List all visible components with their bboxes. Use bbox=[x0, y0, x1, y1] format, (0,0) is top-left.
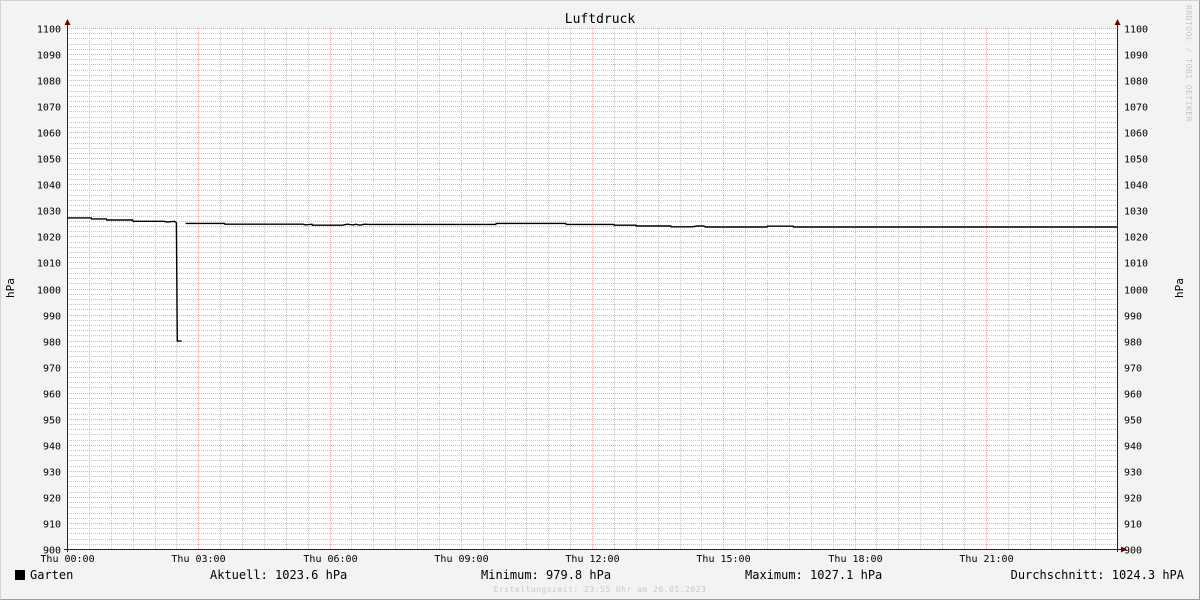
y-tick-label-right: 920 bbox=[1124, 494, 1142, 505]
y-tick-label-right: 1010 bbox=[1124, 259, 1148, 270]
y-tick-label-right: 1000 bbox=[1124, 286, 1148, 297]
y-tick-label-right: 910 bbox=[1124, 520, 1142, 531]
y-tick-label-right: 980 bbox=[1124, 338, 1142, 349]
y-tick-label-right: 1070 bbox=[1124, 103, 1148, 114]
y-tick-label-left: 920 bbox=[43, 494, 61, 505]
y-tick-label-left: 930 bbox=[43, 468, 61, 479]
x-tick-label: Thu 21:00 bbox=[959, 554, 1013, 565]
y-tick-label-left: 940 bbox=[43, 442, 61, 453]
y-tick-label-left: 1050 bbox=[37, 155, 61, 166]
y-tick-label-left: 1000 bbox=[37, 286, 61, 297]
y-tick-label-right: 1090 bbox=[1124, 51, 1148, 62]
creation-time: Erstellungszeit: 23:55 Uhr am 26.01.2023 bbox=[494, 585, 707, 594]
x-tick-label: Thu 09:00 bbox=[434, 554, 488, 565]
y-tick-label-left: 1080 bbox=[37, 77, 61, 88]
y-tick-labels-left: 9009109209309409509609709809901000101010… bbox=[37, 25, 61, 557]
x-tick-label: Thu 15:00 bbox=[696, 554, 750, 565]
y-tick-label-right: 1060 bbox=[1124, 129, 1148, 140]
y-tick-label-right: 960 bbox=[1124, 390, 1142, 401]
y-tick-label-left: 1090 bbox=[37, 51, 61, 62]
y-tick-label-right: 1040 bbox=[1124, 181, 1148, 192]
y-tick-label-left: 1030 bbox=[37, 207, 61, 218]
y-axis-label-left: hPa bbox=[4, 278, 17, 298]
watermark: RRDTOOL / TOBI OETIKER bbox=[1184, 5, 1193, 122]
x-tick-labels: Thu 00:00 Thu 03:00 Thu 06:00 Thu 09:00 Thu … bbox=[40, 554, 1013, 565]
y-tick-label-left: 1060 bbox=[37, 129, 61, 140]
y-tick-label-left: 1010 bbox=[37, 259, 61, 270]
y-tick-label-left: 950 bbox=[43, 416, 61, 427]
y-axis-left-arrow bbox=[64, 19, 71, 25]
y-tick-label-right: 900 bbox=[1124, 546, 1142, 557]
y-tick-label-right: 940 bbox=[1124, 442, 1142, 453]
legend-current: Aktuell: 1023.6 hPa bbox=[210, 568, 348, 582]
x-tick-label: Thu 03:00 bbox=[171, 554, 225, 565]
y-axis-right-arrow bbox=[1114, 19, 1121, 25]
y-tick-label-right: 1020 bbox=[1124, 233, 1148, 244]
x-tick-label: Thu 18:00 bbox=[828, 554, 882, 565]
chart-title: Luftdruck bbox=[565, 12, 636, 27]
line-chart: 900 910 920 930 940 950 960 970 980 990 1000 1010 10… bbox=[4, 5, 1193, 594]
y-tick-label-right: 1100 bbox=[1124, 25, 1148, 36]
y-tick-label-right: 950 bbox=[1124, 416, 1142, 427]
y-tick-label-left: 980 bbox=[43, 338, 61, 349]
legend-swatch bbox=[15, 570, 25, 580]
x-tick-label: Thu 06:00 bbox=[303, 554, 357, 565]
y-tick-label-right: 1050 bbox=[1124, 155, 1148, 166]
x-tick-label: Thu 00:00 bbox=[40, 554, 94, 565]
y-tick-label-left: 910 bbox=[43, 520, 61, 531]
legend-series-name: Garten bbox=[30, 568, 74, 582]
y-tick-label-left: 960 bbox=[43, 390, 61, 401]
y-tick-label-left: 970 bbox=[43, 364, 61, 375]
y-tick-label-right: 990 bbox=[1124, 312, 1142, 323]
y-tick-label-right: 1080 bbox=[1124, 77, 1148, 88]
y-tick-label-right: 970 bbox=[1124, 364, 1142, 375]
y-tick-label-right: 930 bbox=[1124, 468, 1142, 479]
y-axis-label-right: hPa bbox=[1173, 278, 1186, 298]
y-tick-label-left: 1100 bbox=[37, 25, 61, 36]
y-tick-label-right: 1030 bbox=[1124, 207, 1148, 218]
y-tick-label-left: 1040 bbox=[37, 181, 61, 192]
legend-maximum: Maximum: 1027.1 hPa bbox=[745, 568, 883, 582]
y-tick-labels-right: 900 910 920 930 940 950 960 970 980 990 1000 1010 10… bbox=[1124, 25, 1148, 557]
y-tick-label-left: 990 bbox=[43, 312, 61, 323]
legend: Garten Aktuell: 1023.6 hPa Minimum: 979.… bbox=[0, 566, 1200, 584]
x-tick-label: Thu 12:00 bbox=[565, 554, 619, 565]
y-tick-label-left: 1020 bbox=[37, 233, 61, 244]
y-tick-label-left: 1070 bbox=[37, 103, 61, 114]
legend-average: Durchschnitt: 1024.3 hPA bbox=[1010, 568, 1184, 582]
legend-minimum: Minimum: 979.8 hPa bbox=[481, 568, 612, 582]
